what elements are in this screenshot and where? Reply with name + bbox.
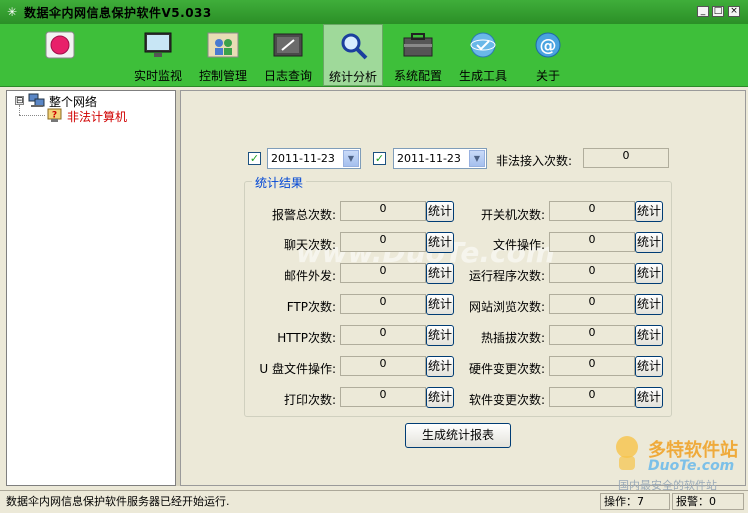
stat-label-run-program: 运行程序次数: xyxy=(468,269,545,283)
record-button-icon xyxy=(44,30,76,60)
tool-realtime-monitor[interactable]: 实时监视 xyxy=(128,24,188,86)
stat-value-mail-out: 0 xyxy=(340,263,426,283)
globe-disc-icon xyxy=(467,30,499,60)
stat-value-ftp: 0 xyxy=(340,294,426,314)
tree-line xyxy=(19,115,45,117)
generate-report-button[interactable]: 生成统计报表 xyxy=(405,423,511,448)
chevron-down-icon[interactable]: ▼ xyxy=(469,150,485,167)
svg-text:@: @ xyxy=(540,36,557,56)
stat-label-http: HTTP次数: xyxy=(277,331,336,345)
stat-value-software-change: 0 xyxy=(549,387,635,407)
title-bar: ✳ 数据伞内网信息保护软件V5.033 _ □ × xyxy=(0,0,748,24)
stat-label-chat: 聊天次数: xyxy=(283,238,336,252)
end-date-picker[interactable]: 2011-11-23 ▼ xyxy=(393,148,487,169)
tool-realtime-monitor-label: 实时监视 xyxy=(133,69,182,83)
network-tree[interactable]: ⊟ 整个网络 ? 非法计算机 xyxy=(6,90,176,486)
stat-button-ftp[interactable]: 统计 xyxy=(426,294,454,315)
stat-button-alarm-total[interactable]: 统计 xyxy=(426,201,454,222)
magnifier-icon xyxy=(338,31,370,61)
stat-button-hardware-change[interactable]: 统计 xyxy=(635,356,663,377)
stat-value-web-browse: 0 xyxy=(549,294,635,314)
main-toolbar: 实时监视 控制管理 日志查询 统计分析 系统配置 生成工具 @ 关于 xyxy=(0,24,748,87)
tool-record[interactable] xyxy=(30,24,90,86)
app-icon: ✳ xyxy=(6,5,18,19)
stat-label-hotplug: 热插拔次数: xyxy=(480,331,545,345)
illegal-access-count: 0 xyxy=(583,148,669,168)
tool-statistics-label: 统计分析 xyxy=(328,70,377,84)
stat-button-chat[interactable]: 统计 xyxy=(426,232,454,253)
network-computers-icon xyxy=(28,93,45,107)
tool-statistics[interactable]: 统计分析 xyxy=(323,24,383,86)
stat-button-software-change[interactable]: 统计 xyxy=(635,387,663,408)
logo-site: DuoTe.com xyxy=(648,458,735,474)
status-message: 数据伞内网信息保护软件服务器已经开始运行. xyxy=(6,495,230,508)
stat-value-run-program: 0 xyxy=(549,263,635,283)
stat-label-alarm-total: 报警总次数: xyxy=(271,208,336,222)
stat-button-hotplug[interactable]: 统计 xyxy=(635,325,663,346)
tree-line xyxy=(19,105,21,115)
stat-value-usb-file: 0 xyxy=(340,356,426,376)
tool-generate[interactable]: 生成工具 xyxy=(453,24,513,86)
stat-value-chat: 0 xyxy=(340,232,426,252)
stat-value-print: 0 xyxy=(340,387,426,407)
stat-label-web-browse: 网站浏览次数: xyxy=(468,300,545,314)
tool-generate-label: 生成工具 xyxy=(458,69,507,83)
users-icon xyxy=(207,30,239,60)
stat-button-print[interactable]: 统计 xyxy=(426,387,454,408)
stat-button-run-program[interactable]: 统计 xyxy=(635,263,663,284)
stat-button-power[interactable]: 统计 xyxy=(635,201,663,222)
status-operations: 操作：7 xyxy=(600,493,670,510)
stat-label-hardware-change: 硬件变更次数: xyxy=(468,362,545,376)
tree-collapse-toggle[interactable]: ⊟ xyxy=(15,96,24,106)
tool-control-management-label: 控制管理 xyxy=(198,69,247,83)
tool-system-config-label: 系统配置 xyxy=(393,69,442,83)
stat-button-file-op[interactable]: 统计 xyxy=(635,232,663,253)
statistics-result-title: 统计结果 xyxy=(252,174,307,191)
tree-item-illegal-computer[interactable]: 非法计算机 xyxy=(67,108,127,125)
illegal-computer-icon: ? xyxy=(47,108,62,122)
at-globe-icon: @ xyxy=(532,30,564,60)
stat-label-ftp: FTP次数: xyxy=(286,300,336,314)
start-date-picker[interactable]: 2011-11-23 ▼ xyxy=(267,148,361,169)
stat-value-alarm-total: 0 xyxy=(340,201,426,221)
minimize-button[interactable]: _ xyxy=(697,6,709,17)
mascot-icon xyxy=(616,436,638,470)
tool-about[interactable]: @ 关于 xyxy=(518,24,578,86)
stat-value-hotplug: 0 xyxy=(549,325,635,345)
stat-label-file-op: 文件操作: xyxy=(492,238,545,252)
stat-label-power: 开关机次数: xyxy=(480,208,545,222)
tool-log-query-label: 日志查询 xyxy=(263,69,312,83)
stat-label-print: 打印次数: xyxy=(283,393,336,407)
stat-value-file-op: 0 xyxy=(549,232,635,252)
start-date-value: 2011-11-23 xyxy=(271,152,335,165)
stat-label-usb-file: U 盘文件操作: xyxy=(259,362,336,376)
stat-button-mail-out[interactable]: 统计 xyxy=(426,263,454,284)
status-bar: 数据伞内网信息保护软件服务器已经开始运行. 操作：7 报警：0 xyxy=(0,490,748,513)
chevron-down-icon[interactable]: ▼ xyxy=(343,150,359,167)
close-button[interactable]: × xyxy=(728,6,740,17)
status-alarms: 报警：0 xyxy=(672,493,744,510)
tool-log-query[interactable]: 日志查询 xyxy=(258,24,318,86)
stat-button-http[interactable]: 统计 xyxy=(426,325,454,346)
start-date-checkbox[interactable]: ✓ xyxy=(248,152,261,165)
illegal-access-label: 非法接入次数: xyxy=(496,154,573,168)
monitor-icon xyxy=(142,30,174,60)
end-date-checkbox[interactable]: ✓ xyxy=(373,152,386,165)
stat-value-power: 0 xyxy=(549,201,635,221)
stat-label-software-change: 软件变更次数: xyxy=(468,393,545,407)
stat-value-http: 0 xyxy=(340,325,426,345)
stat-button-web-browse[interactable]: 统计 xyxy=(635,294,663,315)
tool-system-config[interactable]: 系统配置 xyxy=(388,24,448,86)
maximize-button[interactable]: □ xyxy=(712,6,724,17)
stat-label-mail-out: 邮件外发: xyxy=(283,269,336,283)
stat-value-hardware-change: 0 xyxy=(549,356,635,376)
stat-button-usb-file[interactable]: 统计 xyxy=(426,356,454,377)
tool-about-label: 关于 xyxy=(535,69,560,83)
log-book-icon xyxy=(272,30,304,60)
tool-control-management[interactable]: 控制管理 xyxy=(193,24,253,86)
end-date-value: 2011-11-23 xyxy=(397,152,461,165)
window-title: 数据伞内网信息保护软件V5.033 xyxy=(24,6,212,20)
toolbox-icon xyxy=(402,30,434,60)
